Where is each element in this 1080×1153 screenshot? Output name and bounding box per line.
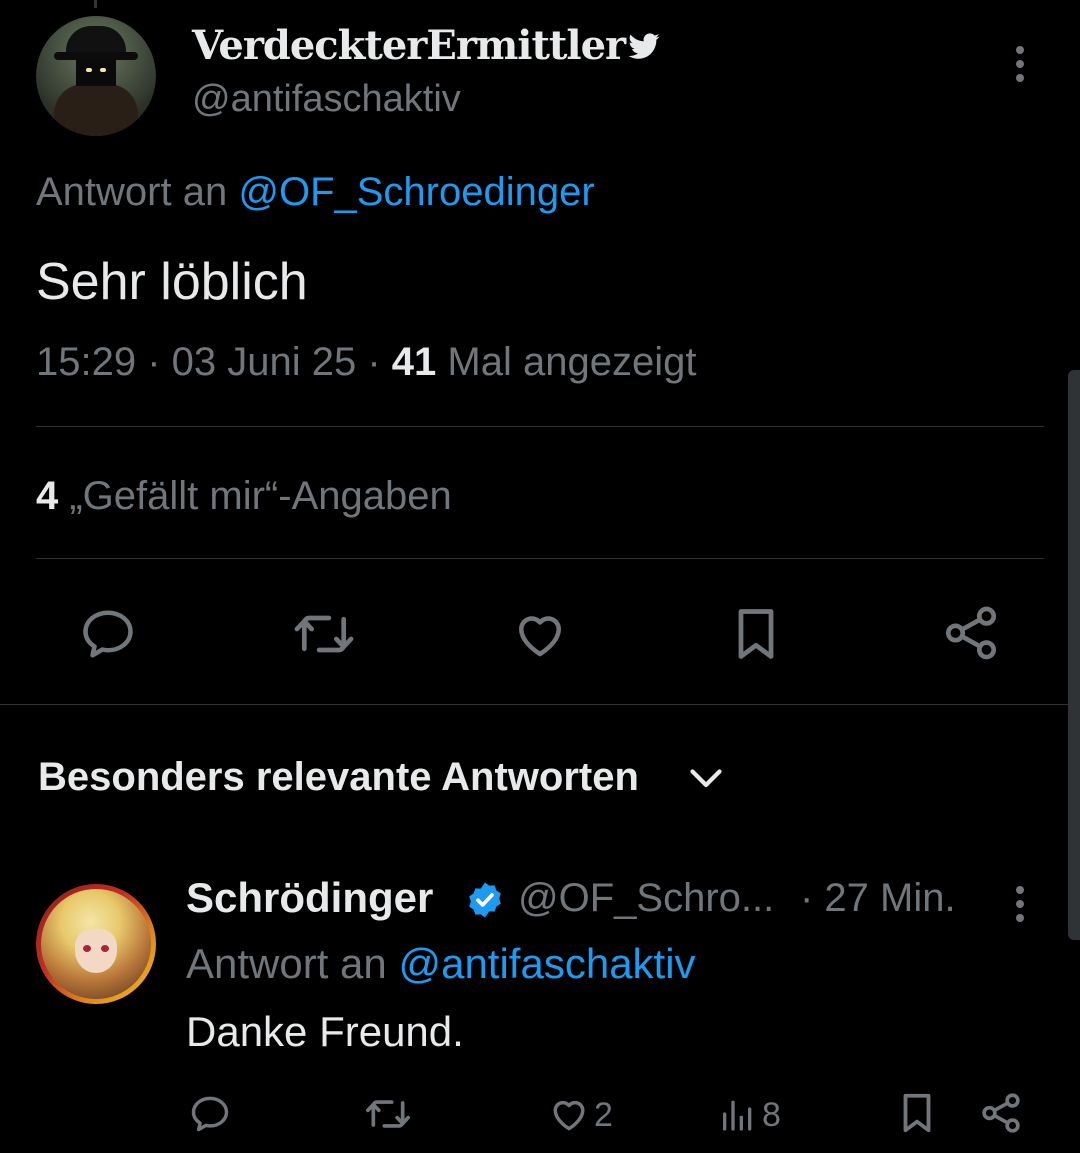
reply-timestamp[interactable]: · 27 Min. bbox=[800, 876, 956, 921]
top-divider-tick bbox=[94, 0, 97, 8]
likes-count: 4 bbox=[36, 474, 59, 518]
share-icon[interactable] bbox=[940, 602, 1002, 664]
retweet-icon[interactable] bbox=[364, 1092, 412, 1136]
divider bbox=[36, 558, 1044, 559]
author-avatar[interactable] bbox=[36, 16, 156, 136]
tweet-text: Sehr löblich bbox=[36, 253, 308, 311]
meta-separator: · bbox=[136, 340, 172, 384]
twitter-bird-icon bbox=[628, 33, 660, 59]
reply-context: Antwort an @OF_Schroedinger bbox=[36, 170, 595, 215]
share-icon[interactable] bbox=[978, 1090, 1024, 1136]
reply-like-count: 2 bbox=[594, 1096, 613, 1134]
retweet-icon[interactable] bbox=[292, 604, 356, 664]
more-options-icon[interactable] bbox=[1008, 42, 1032, 86]
views-chart-icon[interactable] bbox=[718, 1094, 758, 1134]
reply-author-handle[interactable]: @OF_Schro... bbox=[518, 876, 774, 921]
scrollbar[interactable] bbox=[1068, 370, 1080, 940]
author-display-name[interactable]: VerdeckterErmittler bbox=[192, 22, 626, 69]
reply-author-avatar[interactable] bbox=[36, 884, 156, 1004]
reply-prefix: Antwort an bbox=[36, 170, 228, 214]
verified-badge-icon bbox=[469, 882, 501, 918]
bookmark-icon[interactable] bbox=[726, 604, 786, 664]
divider bbox=[0, 704, 1080, 705]
reply-more-options-icon[interactable] bbox=[1008, 882, 1032, 926]
reply-view-count: 8 bbox=[762, 1096, 781, 1134]
reply-text: Danke Freund. bbox=[186, 1008, 464, 1055]
meta-separator: · bbox=[356, 340, 392, 384]
likes-summary[interactable]: 4 „Gefällt mir“-Angaben bbox=[36, 474, 452, 519]
reply-author-name[interactable]: Schrödinger bbox=[186, 874, 433, 922]
like-icon[interactable] bbox=[546, 1092, 592, 1136]
author-handle[interactable]: @antifaschaktiv bbox=[192, 78, 461, 121]
reply-icon[interactable] bbox=[188, 1092, 232, 1136]
divider bbox=[36, 426, 1044, 427]
reply-icon[interactable] bbox=[78, 604, 138, 664]
reply-mention-link[interactable]: @OF_Schroedinger bbox=[238, 170, 594, 214]
bookmark-icon[interactable] bbox=[894, 1090, 940, 1136]
views-label: Mal angezeigt bbox=[436, 340, 697, 384]
views-count[interactable]: 41 bbox=[392, 340, 437, 384]
replies-sort-title[interactable]: Besonders relevante Antworten bbox=[38, 755, 639, 800]
likes-label: „Gefällt mir“-Angaben bbox=[58, 474, 452, 518]
reply-context: Antwort an @antifaschaktiv bbox=[186, 940, 696, 988]
reply-mention-link[interactable]: @antifaschaktiv bbox=[398, 940, 695, 987]
tweet-meta: 15:29 · 03 Juni 25 · 41 Mal angezeigt bbox=[36, 340, 696, 385]
reply-prefix: Antwort an bbox=[186, 940, 387, 987]
like-icon[interactable] bbox=[510, 604, 570, 664]
tweet-time: 15:29 bbox=[36, 340, 137, 384]
tweet-date: 03 Juni 25 bbox=[171, 340, 357, 384]
chevron-down-icon[interactable] bbox=[688, 766, 724, 792]
